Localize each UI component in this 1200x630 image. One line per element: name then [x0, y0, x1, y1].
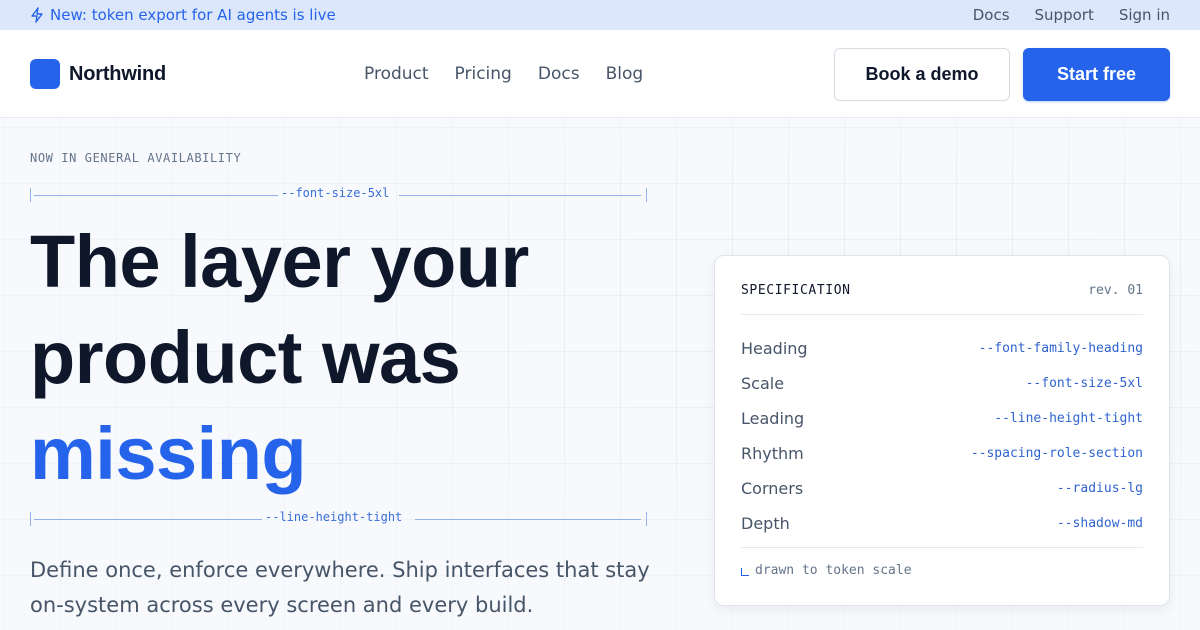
- headline-line-1: The layer your: [30, 220, 529, 303]
- utility-links: Docs Support Sign in: [973, 0, 1170, 30]
- spec-token: --radius-lg: [1056, 481, 1143, 496]
- main-nav: Product Pricing Docs Blog: [364, 30, 643, 118]
- card-divider-top: [741, 314, 1143, 315]
- hero-subtext: Define once, enforce everywhere. Ship in…: [30, 558, 650, 617]
- measure-tick-start: [30, 188, 31, 202]
- spec-label: Leading: [741, 409, 805, 428]
- measure-label: --line-height-tight: [265, 510, 403, 524]
- nav-item-blog[interactable]: Blog: [606, 64, 644, 84]
- measure-line-right: [415, 519, 641, 520]
- brand-name: Northwind: [69, 62, 167, 85]
- measure-line-height: --line-height-tight: [30, 510, 647, 526]
- measure-tick-end: [646, 188, 647, 202]
- nav-item-product[interactable]: Product: [364, 64, 429, 84]
- card-divider-bottom: [741, 547, 1143, 548]
- measure-label: --font-size-5xl: [281, 186, 390, 200]
- nav-item-docs[interactable]: Docs: [538, 64, 580, 84]
- measure-tick-end: [646, 512, 647, 526]
- utility-link-docs[interactable]: Docs: [973, 6, 1010, 24]
- spec-label: Scale: [741, 374, 785, 393]
- spec-row: Rhythm --spacing-role-section: [741, 436, 1143, 471]
- spec-token: --font-size-5xl: [1025, 376, 1143, 391]
- spec-token: --shadow-md: [1056, 516, 1143, 531]
- card-footer: drawn to token scale: [741, 563, 912, 578]
- specification-card: SPECIFICATION rev. 01 Heading --font-fam…: [714, 255, 1170, 606]
- measure-line-right: [399, 195, 641, 196]
- hero-headline: The layer your product was missing: [30, 214, 529, 502]
- corner-mark-icon: [741, 567, 749, 576]
- measure-tick-start: [30, 512, 31, 526]
- spec-token: --line-height-tight: [994, 411, 1143, 426]
- hero-eyebrow: NOW IN GENERAL AVAILABILITY: [30, 151, 242, 165]
- spec-token: --spacing-role-section: [970, 446, 1143, 461]
- spec-label: Rhythm: [741, 444, 804, 463]
- measure-line-left: [34, 195, 278, 196]
- announcement-bar: New: token export for AI agents is live …: [0, 0, 1200, 30]
- card-header: SPECIFICATION rev. 01: [741, 283, 1143, 298]
- spec-row: Corners --radius-lg: [741, 471, 1143, 506]
- brand-logo[interactable]: Northwind: [30, 59, 166, 89]
- headline-line-2: product was: [30, 316, 461, 399]
- announcement-link[interactable]: New: token export for AI agents is live: [30, 0, 336, 30]
- utility-link-sign-in[interactable]: Sign in: [1119, 6, 1170, 24]
- start-free-button[interactable]: Start free: [1023, 48, 1170, 101]
- spec-token: --font-family-heading: [978, 341, 1143, 356]
- spec-rows: Heading --font-family-heading Scale --fo…: [741, 331, 1143, 541]
- headline-accent: missing: [30, 412, 307, 495]
- spec-row: Heading --font-family-heading: [741, 331, 1143, 366]
- measure-line-left: [34, 519, 262, 520]
- card-revision: rev. 01: [1088, 283, 1143, 298]
- site-header: Northwind Product Pricing Docs Blog Book…: [0, 30, 1200, 118]
- spec-row: Depth --shadow-md: [741, 506, 1143, 541]
- bolt-icon: [31, 7, 43, 23]
- spec-label: Depth: [741, 514, 790, 533]
- card-title: SPECIFICATION: [741, 283, 851, 298]
- nav-item-pricing[interactable]: Pricing: [455, 64, 512, 84]
- spec-row: Leading --line-height-tight: [741, 401, 1143, 436]
- announcement-text[interactable]: New: token export for AI agents is live: [50, 6, 336, 24]
- spec-row: Scale --font-size-5xl: [741, 366, 1143, 401]
- card-footer-text: drawn to token scale: [755, 563, 912, 578]
- book-demo-button[interactable]: Book a demo: [834, 48, 1010, 101]
- brand-mark-icon: [30, 59, 60, 89]
- measure-font-size: --font-size-5xl: [30, 186, 647, 202]
- utility-link-support[interactable]: Support: [1035, 6, 1094, 24]
- spec-label: Corners: [741, 479, 804, 498]
- spec-label: Heading: [741, 339, 808, 358]
